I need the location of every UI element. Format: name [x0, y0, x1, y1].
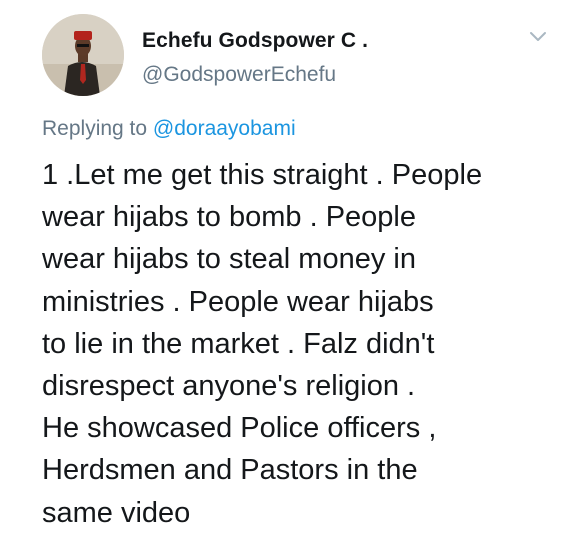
tweet-card: Echefu Godspower C . @GodspowerEchefu Re…: [0, 0, 565, 529]
tweet-line: to lie in the market . Falz didn't: [42, 327, 435, 360]
tweet-text: 1 .Let me get this straight . People wea…: [42, 154, 557, 534]
tweet-line: wear hijabs to bomb . People: [42, 201, 416, 234]
tweet-line: He showcased Police officers ,: [42, 412, 437, 445]
tweet-line: Herdsmen and Pastors in the: [42, 454, 418, 487]
chevron-down-icon[interactable]: [528, 30, 548, 44]
tweet-line: 1 .Let me get this straight . People: [42, 159, 483, 191]
reply-context: Replying to @doraayobami: [42, 117, 296, 141]
reply-mention-link[interactable]: @doraayobami: [153, 117, 296, 140]
tweet-line: ministries . People wear hijabs: [42, 285, 434, 318]
tweet-line: same video: [42, 496, 191, 529]
author-name[interactable]: Echefu Godspower C .: [142, 29, 368, 53]
avatar[interactable]: [42, 14, 124, 96]
tweet-line: disrespect anyone's religion .: [42, 370, 416, 403]
author-handle[interactable]: @GodspowerEchefu: [142, 63, 336, 87]
reply-prefix: Replying to: [42, 117, 153, 140]
tweet-line: wear hijabs to steal money in: [42, 243, 416, 276]
